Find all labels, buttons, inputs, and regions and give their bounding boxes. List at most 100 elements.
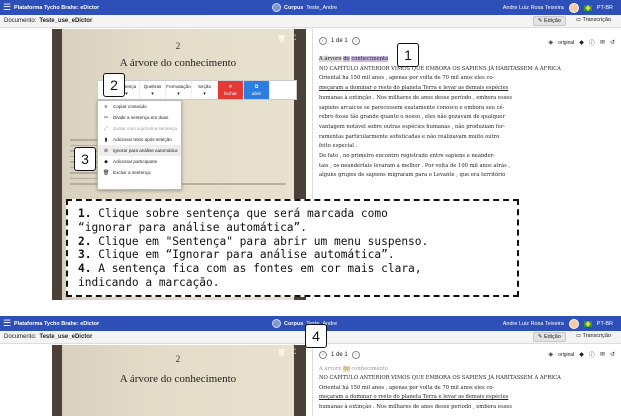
brazil-flag-icon[interactable] bbox=[583, 4, 592, 11]
menu-item-label: Copiar conteúdo bbox=[113, 104, 147, 109]
transcription-text[interactable]: A árvore do conhecimento NO CAPÍTULO ANT… bbox=[319, 365, 615, 412]
heading-rest[interactable]: conhecimento bbox=[351, 56, 389, 62]
corpus-logo-icon bbox=[272, 319, 281, 328]
prev-page-icon[interactable]: ‹ bbox=[319, 351, 327, 359]
text-line[interactable]: ramentas particularmente sofisticadas e … bbox=[319, 133, 615, 143]
prev-page-icon[interactable]: ‹ bbox=[319, 37, 327, 45]
split-icon: ✂ bbox=[103, 114, 109, 121]
instruction-text: Clique em "Sentença" para abrir um menu … bbox=[91, 234, 429, 248]
text-line[interactable]: rebro fosse tão grande quanto o nosso , … bbox=[319, 113, 615, 123]
text-line[interactable]: Oriental há 150 mil anos , apenas por vo… bbox=[319, 74, 615, 84]
delete-icon[interactable]: 🗑 bbox=[277, 349, 286, 357]
info-icon[interactable]: ⓘ bbox=[589, 350, 595, 359]
heading-do[interactable]: do bbox=[343, 366, 350, 372]
instruction-line: 1. Clique sobre sentença que será marcad… bbox=[78, 207, 507, 221]
user-area[interactable]: Andre Luiz Rosa Teixeira PT-BR bbox=[502, 2, 613, 13]
step-marker-1: 1 bbox=[397, 43, 419, 67]
locale-label: PT-BR bbox=[596, 4, 613, 11]
brand-title[interactable]: Plataforma Tycho Brahe: eDictor bbox=[14, 321, 99, 327]
delete-icon[interactable]: 🗑 bbox=[277, 35, 286, 43]
formatting-button[interactable]: Formatação ▾ bbox=[166, 81, 192, 99]
undo-icon[interactable]: ↺ bbox=[610, 39, 615, 46]
text-icon: ▮ bbox=[104, 136, 108, 143]
tag-icon[interactable]: ◆ bbox=[579, 351, 584, 358]
view-tabs: ✎ Edição ▭ Transcrição bbox=[532, 332, 615, 342]
menu-item-add-text[interactable]: ▮ Adicionar texto após seleção bbox=[98, 134, 181, 145]
text-line[interactable]: meçaram a dominar o resto do planeta Ter… bbox=[319, 393, 615, 402]
chevron-down-icon: ▾ bbox=[203, 91, 206, 97]
user-name: Andre Luiz Rosa Teixeira bbox=[502, 320, 564, 327]
lines-button[interactable]: Quebras ▾ bbox=[140, 81, 166, 99]
user-area[interactable]: Andre Luiz Rosa Teixeira PT-BR bbox=[502, 318, 613, 329]
tab-edicao[interactable]: ✎ Edição bbox=[532, 16, 566, 26]
heading-do[interactable]: do bbox=[343, 56, 350, 62]
next-page-icon[interactable]: › bbox=[351, 37, 360, 45]
comments-icon[interactable]: ✉ bbox=[600, 39, 605, 46]
brazil-flag-icon[interactable] bbox=[583, 320, 592, 327]
trash-icon: 🗑 bbox=[103, 169, 110, 176]
instructions-box: 1. Clique sobre sentença que será marcad… bbox=[66, 199, 519, 297]
text-line[interactable]: sapiens arcaicos se parecessem exatament… bbox=[319, 104, 615, 114]
layers-icon[interactable]: ◈ bbox=[549, 351, 554, 358]
open-button[interactable]: ⧉ abrir bbox=[244, 81, 270, 99]
avatar[interactable] bbox=[568, 318, 579, 329]
fullscreen-icon[interactable]: ⛶ bbox=[291, 35, 296, 43]
menu-item-ignore[interactable]: ⊘ Ignorar para análise automática bbox=[98, 145, 181, 156]
original-label[interactable]: original bbox=[558, 40, 574, 46]
text-line[interactable]: alguns grupos de sapiens migraram para o… bbox=[319, 171, 615, 181]
text-line[interactable]: Oriental há 150 mil anos , apenas por vo… bbox=[319, 384, 615, 393]
text-line[interactable]: feito especial . bbox=[319, 142, 615, 152]
document-label: Documento: bbox=[4, 334, 37, 340]
corpus-label: Corpus bbox=[284, 4, 304, 11]
menu-item-participant[interactable]: ◆ Adicionar participante bbox=[98, 156, 181, 167]
fullscreen-icon[interactable]: ⛶ bbox=[291, 349, 296, 357]
text-line[interactable]: NO CAPÍTULO ANTERIOR VIMOS QUE EMBORA OS… bbox=[319, 65, 615, 75]
tag-icon[interactable]: ◆ bbox=[579, 39, 584, 46]
brand-title[interactable]: Plataforma Tycho Brahe: eDictor bbox=[14, 5, 99, 11]
instruction-text: A sentença fica com as fontes em cor mai… bbox=[91, 262, 422, 276]
sentence-dropdown-menu: ≡ Copiar conteúdo ✂ Dividir a sentença em … bbox=[97, 100, 182, 190]
tab-edicao[interactable]: ✎ Edição bbox=[532, 332, 566, 342]
text-line[interactable]: humanas à extinção . Nos milhares de ano… bbox=[319, 403, 615, 412]
page-image-viewer-bottom[interactable]: 2 A árvore do conhecimento 🗑 ⛶ bbox=[52, 345, 306, 416]
original-label[interactable]: original bbox=[558, 352, 574, 358]
document-name: Teste_use_eDictor bbox=[39, 18, 93, 24]
close-button[interactable]: ✕ fechar bbox=[218, 81, 244, 99]
heading-line-ignored[interactable]: A árvore do conhecimento bbox=[319, 365, 615, 374]
page-title: A árvore do conhecimento bbox=[119, 57, 237, 69]
comments-icon[interactable]: ✉ bbox=[600, 351, 605, 358]
info-icon[interactable]: ⓘ bbox=[589, 38, 595, 47]
instruction-line: 2. Clique em "Sentença" para abrir um me… bbox=[78, 235, 507, 249]
avatar[interactable] bbox=[568, 2, 579, 13]
user-name: Andre Luiz Rosa Teixeira bbox=[502, 4, 564, 11]
menu-item-label: Dividir a sentença em duas bbox=[113, 115, 169, 120]
transcription-text[interactable]: A árvore do conhecimento NO CAPÍTULO ANT… bbox=[319, 55, 615, 181]
tab-transcricao[interactable]: ▭ Transcrição bbox=[572, 16, 615, 26]
heading-rest[interactable]: conhecimento bbox=[351, 366, 388, 372]
text-line[interactable]: NO CAPÍTULO ANTERIOR VIMOS QUE EMBORA OS… bbox=[319, 374, 615, 383]
instruction-line: indicando a marcação. bbox=[78, 276, 507, 290]
locale-label: PT-BR bbox=[596, 320, 613, 327]
heading-word[interactable]: A árvore bbox=[319, 56, 342, 62]
heading-word[interactable]: A árvore bbox=[319, 366, 342, 372]
menu-item-copy[interactable]: ≡ Copiar conteúdo bbox=[98, 101, 181, 112]
menu-item-delete[interactable]: 🗑 Excluir a sentença bbox=[98, 167, 181, 178]
image-controls: 🗑 ⛶ bbox=[277, 349, 296, 357]
corpus-indicator[interactable]: Corpus Teste_Andre bbox=[272, 3, 337, 12]
text-line[interactable]: meçaram a dominar o resto do planeta Ter… bbox=[319, 84, 615, 94]
next-page-icon[interactable]: › bbox=[351, 351, 360, 359]
text-line[interactable]: humanas à extinção . Nos milhares de ano… bbox=[319, 94, 615, 104]
heading-line[interactable]: A árvore do conhecimento bbox=[319, 55, 615, 65]
hamburger-menu-icon[interactable]: ☰ bbox=[0, 2, 14, 13]
menu-item-join[interactable]: ⤢ Juntar com a próxima sentença bbox=[98, 123, 181, 134]
chevron-down-icon: ▾ bbox=[151, 91, 154, 97]
undo-icon[interactable]: ↺ bbox=[610, 351, 615, 358]
menu-item-split[interactable]: ✂ Dividir a sentença em duas bbox=[98, 112, 181, 123]
layers-icon[interactable]: ◈ bbox=[549, 39, 554, 46]
text-line[interactable]: tais , os neandertais levaram a melhor .… bbox=[319, 162, 615, 172]
hamburger-menu-icon[interactable]: ☰ bbox=[0, 318, 14, 329]
text-line[interactable]: De fato , no primeiro encontro registrad… bbox=[319, 152, 615, 162]
section-button[interactable]: Seção ▾ bbox=[192, 81, 218, 99]
tab-transcricao[interactable]: ▭ Transcrição bbox=[572, 332, 615, 342]
text-line[interactable]: vantagem notável sobre outras espécies h… bbox=[319, 123, 615, 133]
